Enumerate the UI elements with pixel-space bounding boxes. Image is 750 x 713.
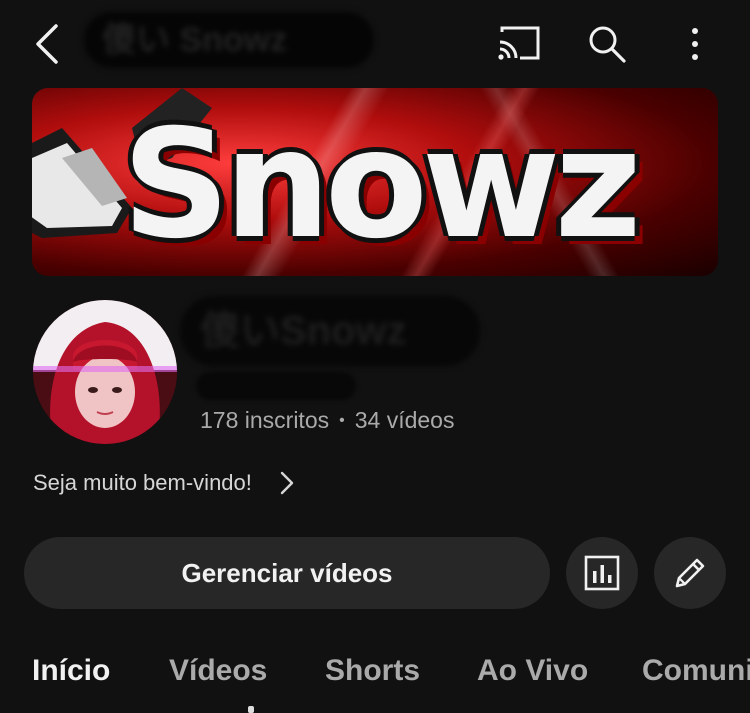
search-icon <box>589 26 626 63</box>
analytics-button[interactable] <box>566 537 638 609</box>
channel-banner[interactable]: Snowz <box>32 88 718 276</box>
stats-separator: • <box>339 412 345 429</box>
channel-description: Seja muito bem-vindo! <box>33 470 252 495</box>
back-arrow-icon <box>36 24 58 64</box>
channel-avatar[interactable] <box>33 300 177 444</box>
channel-handle-redacted <box>196 372 356 400</box>
avatar-image <box>33 300 177 444</box>
tab-shorts[interactable]: Shorts <box>325 654 420 688</box>
cast-button[interactable] <box>496 24 542 64</box>
back-button[interactable] <box>30 22 66 66</box>
tab-inicio[interactable]: Início <box>32 654 110 688</box>
subscriber-count: 178 inscritos <box>200 407 330 433</box>
manage-videos-button[interactable]: Gerenciar vídeos <box>24 537 550 609</box>
pencil-icon <box>675 558 705 588</box>
top-app-bar: 傻い Snowz <box>0 0 750 88</box>
tab-ao-vivo[interactable]: Ao Vivo <box>477 654 588 688</box>
cast-icon <box>498 26 540 60</box>
edit-channel-button[interactable] <box>654 537 726 609</box>
tab-comunidade[interactable]: Comunidade <box>642 654 750 688</box>
more-vert-icon <box>692 28 698 60</box>
channel-title-redacted: 傻い Snowz <box>84 12 374 68</box>
channel-name-redacted: 傻いSnowz <box>180 296 480 366</box>
video-count: 34 vídeos <box>354 407 455 433</box>
tab-videos[interactable]: Vídeos <box>169 654 267 688</box>
channel-stats: 178 inscritos • 34 vídeos <box>200 404 454 440</box>
channel-description-link[interactable]: Seja muito bem-vindo! <box>33 466 296 500</box>
analytics-icon <box>584 555 620 591</box>
banner-logo-text: Snowz <box>122 98 642 272</box>
search-button[interactable] <box>585 22 629 66</box>
channel-tabs: Início Vídeos Shorts Ao Vivo Comunidade <box>0 640 750 713</box>
more-options-button[interactable] <box>680 22 710 66</box>
scroll-indicator <box>248 706 254 713</box>
chevron-right-icon <box>280 471 294 495</box>
